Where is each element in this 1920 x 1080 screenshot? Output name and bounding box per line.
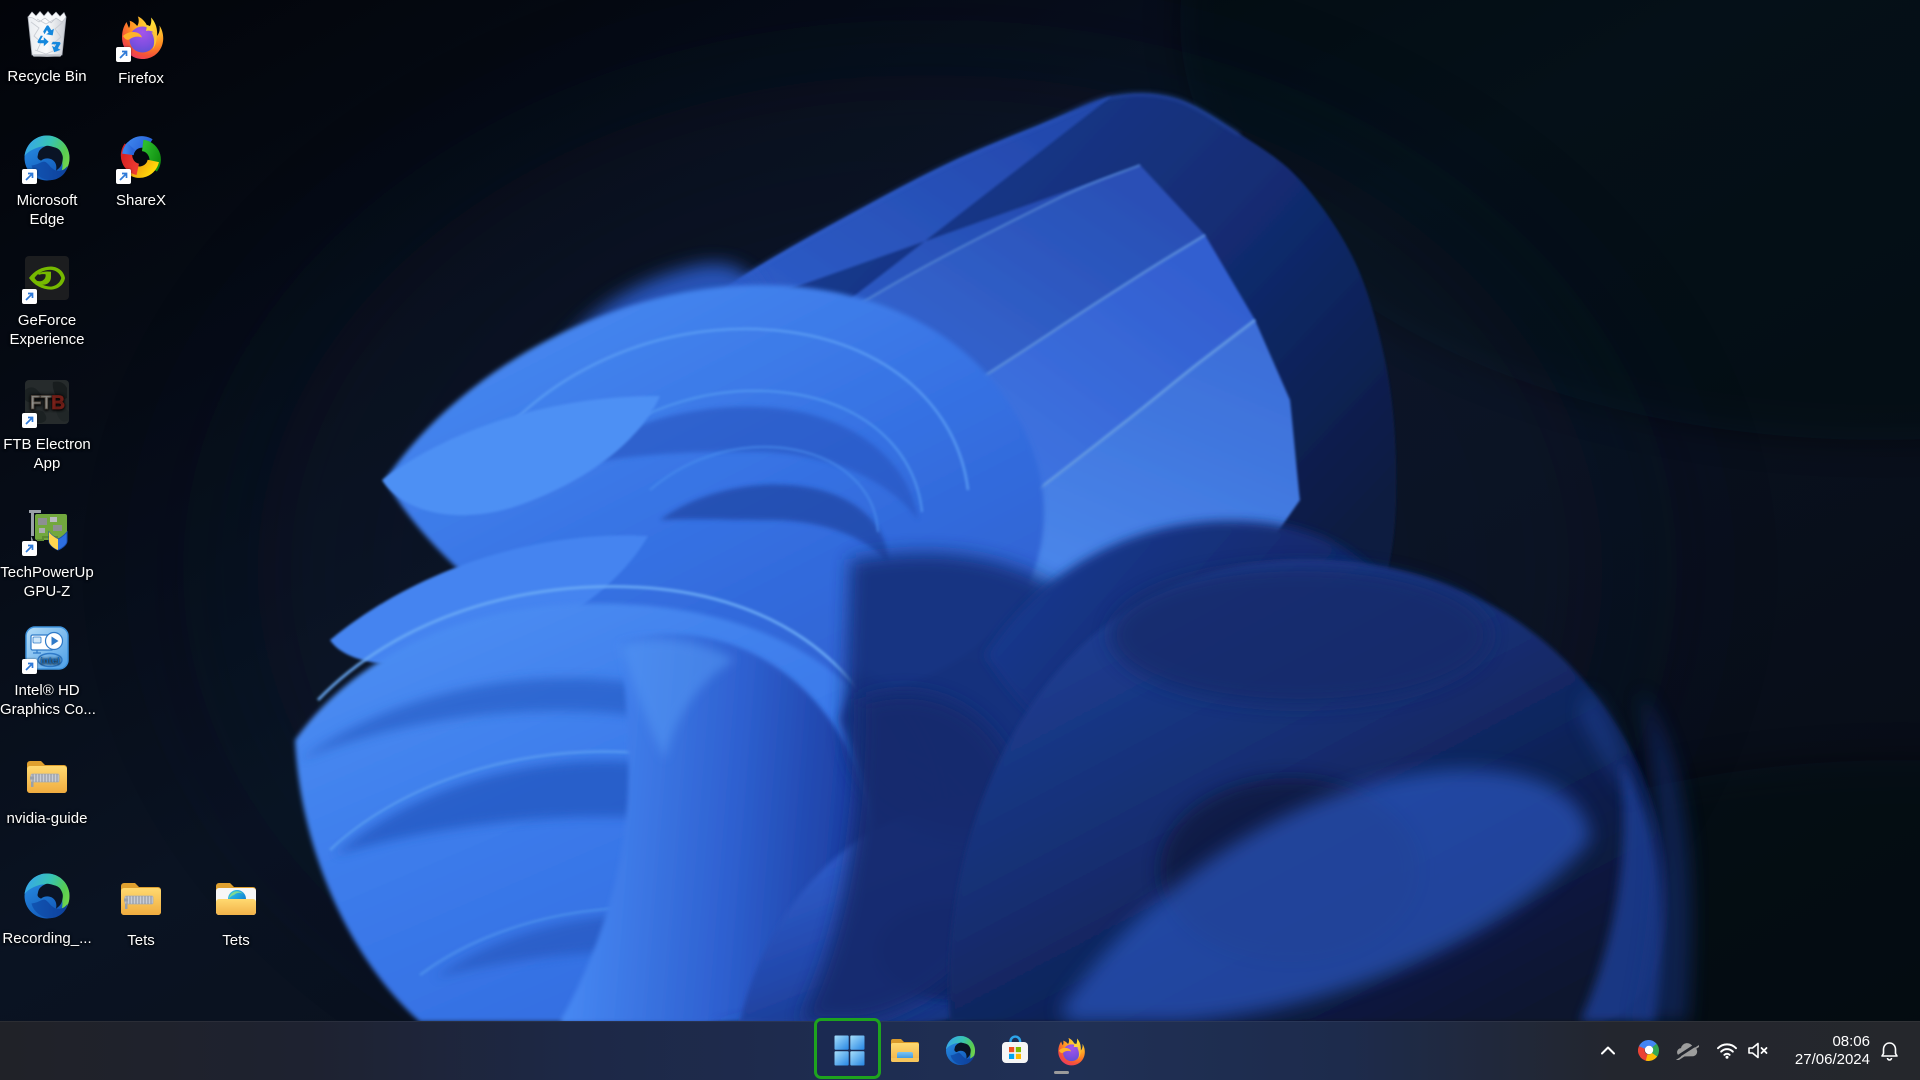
svg-text:intel: intel: [40, 656, 60, 667]
svg-text:FTB: FTB: [30, 393, 64, 414]
